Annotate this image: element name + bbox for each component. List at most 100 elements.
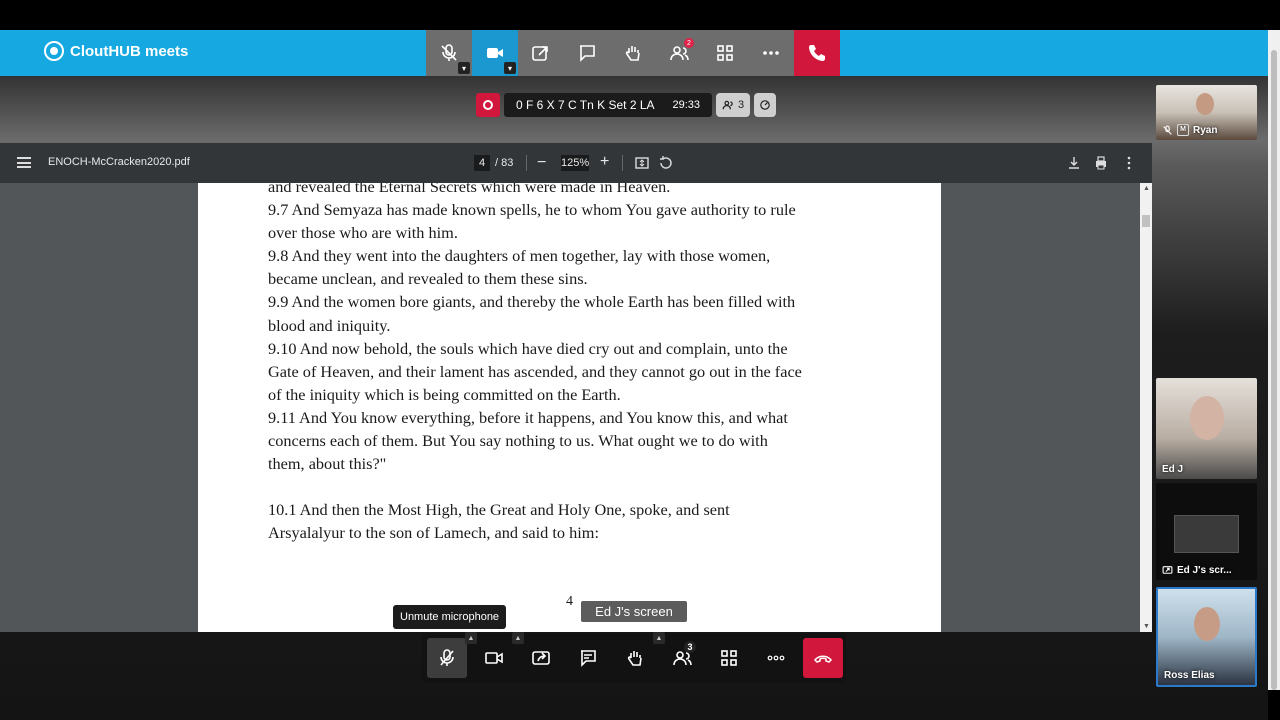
share-button[interactable] <box>521 638 561 678</box>
scrollbar-thumb[interactable] <box>1142 215 1150 227</box>
page-total: / 83 <box>495 157 514 169</box>
zoom-in-button[interactable]: + <box>600 153 609 171</box>
recording-status-row: 0 F 6 X 7 C Tn K Set 2 LA 29:33 3 <box>476 93 777 117</box>
text-line: 9.8 And they went into the daughters of … <box>268 246 771 266</box>
gauge-icon <box>760 100 770 110</box>
raise-hand-button[interactable]: ▲ <box>615 632 665 678</box>
scroll-up-arrow-icon[interactable]: ▲ <box>1143 185 1150 192</box>
more-vert-icon[interactable] <box>1121 155 1137 171</box>
brand-logo[interactable]: ClоutHUB meets <box>44 41 188 61</box>
shared-screen-label: Ed J's screen <box>581 601 687 622</box>
pdf-filename: ENOCH-McCracken2020.pdf <box>48 156 190 168</box>
text-line: Gate of Heaven, and their lament has asc… <box>268 361 802 381</box>
participant-tile-ed-j-screen[interactable]: Ed J's scr... <box>1156 483 1257 580</box>
top-black-band <box>0 0 1280 30</box>
share-screen-icon <box>532 651 550 665</box>
bottom-toolbar: ▲ ▲ ▲ 3 <box>422 632 846 683</box>
participant-tile-ed-j[interactable]: Ed J <box>1156 378 1257 479</box>
hang-up-icon <box>813 655 833 663</box>
zoom-out-button[interactable]: − <box>537 154 546 172</box>
video-camera-icon <box>487 48 503 58</box>
more-button[interactable] <box>756 638 796 678</box>
participant-video <box>1190 396 1224 440</box>
pdf-page: and revealed the Eternal Secrets which w… <box>198 183 941 632</box>
toolbar-divider <box>622 155 623 171</box>
download-icon[interactable] <box>1066 155 1082 171</box>
meeting-title: 0 F 6 X 7 C Tn K Set 2 LA <box>516 98 655 112</box>
chat-icon <box>581 650 596 667</box>
chevron-down-icon[interactable]: ▾ <box>504 62 516 74</box>
mic-off-icon <box>441 44 457 61</box>
toolbar-divider <box>526 155 527 171</box>
top-chat-button[interactable] <box>564 30 610 76</box>
apps-button[interactable] <box>709 638 749 678</box>
scroll-down-arrow-icon[interactable]: ▼ <box>1143 623 1150 630</box>
zoom-level-input[interactable]: 125% <box>561 155 589 171</box>
participants-badge: 2 <box>684 38 694 48</box>
hand-icon <box>625 46 640 61</box>
share-screen-icon <box>532 46 548 61</box>
more-dots-icon <box>767 655 785 661</box>
connection-stats-button[interactable] <box>754 93 777 117</box>
text-line: 9.10 And now behold, the souls which hav… <box>268 338 788 358</box>
top-video-button[interactable]: ▾ <box>472 30 518 76</box>
pdf-toolbar: ENOCH-McCracken2020.pdf 4 / 83 − 125% + <box>0 143 1152 183</box>
page-number-input[interactable]: 4 <box>474 155 490 171</box>
phone-icon <box>809 45 825 61</box>
mic-off-icon <box>1163 125 1172 135</box>
chat-button[interactable] <box>568 638 608 678</box>
participant-name: Ed J's scr... <box>1177 565 1232 576</box>
chevron-down-icon[interactable]: ▾ <box>458 62 470 74</box>
page-footer-number: 4 <box>566 594 573 609</box>
text-line: them, about this?" <box>268 454 387 474</box>
top-more-button[interactable] <box>748 30 794 76</box>
video-button[interactable]: ▲ <box>474 632 524 678</box>
rotate-icon[interactable] <box>658 155 674 171</box>
cloudhub-logo-icon <box>44 41 64 61</box>
participant-tile-ross-elias[interactable]: Ross Elias <box>1156 587 1257 687</box>
top-apps-button[interactable] <box>702 30 748 76</box>
window-scrollbar[interactable] <box>1268 30 1280 690</box>
mic-tooltip: Unmute microphone <box>393 605 507 629</box>
text-line: 9.11 And You know everything, before it … <box>268 407 788 427</box>
top-mic-button[interactable]: ▾ <box>426 30 472 76</box>
hand-icon <box>627 651 642 666</box>
text-line: Arsyalalyur to the son of Lamech, and sa… <box>268 523 599 543</box>
text-line: concerns each of them. But You say nothi… <box>268 431 768 451</box>
scrollbar-thumb[interactable] <box>1271 50 1277 690</box>
record-icon <box>483 100 493 110</box>
top-share-button[interactable] <box>518 30 564 76</box>
text-line: 10.1 And then the Most High, the Great a… <box>268 500 730 520</box>
participants-pill[interactable]: 3 <box>716 93 751 117</box>
top-raise-hand-button[interactable] <box>610 30 656 76</box>
screen-share-thumbnail <box>1174 515 1239 553</box>
pdf-viewer[interactable]: and revealed the Eternal Secrets which w… <box>0 183 1152 632</box>
leave-call-button[interactable] <box>803 638 843 678</box>
more-dots-icon <box>763 51 779 55</box>
mic-button[interactable]: ▲ <box>427 632 477 678</box>
top-participants-button[interactable]: 2 <box>656 30 702 76</box>
participants-button[interactable]: 3 <box>662 638 702 678</box>
participant-name: Ryan <box>1193 124 1218 136</box>
pdf-scrollbar[interactable]: ▲ ▼ <box>1140 183 1152 632</box>
brand-name: ClоutHUB meets <box>70 42 189 60</box>
recording-button[interactable] <box>476 93 500 117</box>
text-line: 9.7 And Semyaza has made known spells, h… <box>268 200 796 220</box>
print-icon[interactable] <box>1093 155 1109 171</box>
tile-label: M Ryan <box>1162 124 1217 136</box>
grid-icon <box>721 650 737 666</box>
top-toolbar: ▾ ▾ 2 <box>426 30 840 76</box>
grid-icon <box>717 45 733 61</box>
text-line: blood and iniquity. <box>268 315 391 335</box>
fit-page-icon[interactable] <box>634 155 650 171</box>
top-end-call-button[interactable] <box>794 30 840 76</box>
meeting-title-box: 0 F 6 X 7 C Tn K Set 2 LA 29:33 <box>504 93 713 117</box>
participant-name: Ross Elias <box>1164 670 1215 681</box>
participant-video <box>1196 93 1214 115</box>
menu-icon[interactable] <box>17 157 31 168</box>
participant-tile-ryan[interactable]: M Ryan <box>1156 85 1257 140</box>
participants-count-badge: 3 <box>684 641 696 653</box>
participant-video <box>1194 607 1220 641</box>
text-line: and revealed the Eternal Secrets which w… <box>268 183 671 196</box>
text-line: of the iniquity which is being committed… <box>268 384 621 404</box>
